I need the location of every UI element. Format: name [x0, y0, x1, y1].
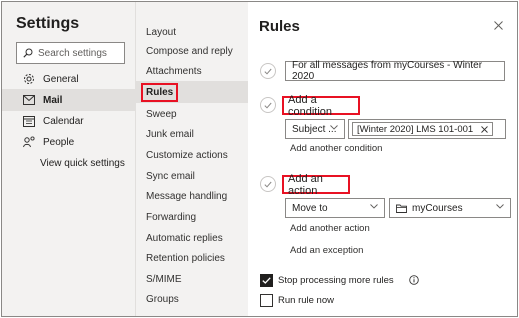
menu-item-sweep[interactable]: Sweep	[136, 103, 248, 125]
remove-chip-icon[interactable]	[481, 125, 489, 133]
mail-icon	[22, 93, 36, 107]
rules-title: Rules	[259, 18, 300, 35]
search-icon	[23, 48, 33, 58]
checkmark-icon	[264, 68, 272, 75]
menu-item-retention-policies[interactable]: Retention policies	[136, 247, 248, 269]
stop-processing-checkbox[interactable]	[260, 274, 273, 287]
nav-label-general: General	[43, 73, 79, 85]
condition-step-check	[260, 97, 276, 113]
nav-label-people: People	[43, 136, 75, 148]
rule-name-step-check	[260, 63, 276, 79]
condition-field-select[interactable]: Subject ...	[285, 119, 345, 139]
run-rule-now-label: Run rule now	[278, 295, 334, 306]
nav-item-mail[interactable]: Mail	[2, 89, 135, 111]
checkmark-icon	[264, 102, 272, 109]
chevron-down-icon	[370, 204, 378, 209]
menu-item-forwarding[interactable]: Forwarding	[136, 206, 248, 228]
action-type-label: Move to	[292, 202, 328, 214]
condition-value-input[interactable]: [Winter 2020] LMS 101-001	[348, 119, 506, 139]
chevron-down-icon	[330, 125, 338, 130]
nav-item-calendar[interactable]: Calendar	[2, 110, 135, 132]
add-another-condition-link[interactable]: Add another condition	[290, 143, 382, 154]
menu-item-compose-and-reply[interactable]: Compose and reply	[136, 40, 248, 62]
info-icon[interactable]	[409, 275, 419, 285]
chevron-down-icon	[496, 204, 504, 209]
run-rule-now-checkbox[interactable]	[260, 294, 273, 307]
menu-item-customize-actions[interactable]: Customize actions	[136, 144, 248, 166]
close-button[interactable]	[491, 18, 505, 32]
settings-dialog: Settings General Mail Calendar	[1, 1, 518, 317]
settings-title: Settings	[16, 15, 80, 32]
nav-label-mail: Mail	[43, 94, 63, 106]
view-quick-settings-link[interactable]: View quick settings	[40, 158, 125, 169]
add-exception-link[interactable]: Add an exception	[290, 245, 363, 256]
condition-value-text: [Winter 2020] LMS 101-001	[357, 123, 474, 135]
menu-item-groups[interactable]: Groups	[136, 288, 248, 310]
menu-item-smime[interactable]: S/MIME	[136, 268, 248, 290]
search-box[interactable]	[16, 42, 125, 64]
menu-item-rules[interactable]: Rules	[136, 81, 248, 103]
settings-left-pane: Settings General Mail Calendar	[2, 2, 135, 316]
stop-processing-label: Stop processing more rules	[278, 275, 394, 286]
add-action-heading: Add an action	[282, 173, 350, 197]
nav-item-people[interactable]: People	[2, 131, 135, 153]
calendar-icon	[22, 114, 36, 128]
search-input[interactable]	[38, 47, 118, 59]
checkmark-icon	[262, 277, 271, 284]
condition-value-chip: [Winter 2020] LMS 101-001	[352, 122, 494, 136]
checkmark-icon	[264, 181, 272, 188]
menu-item-junk-email[interactable]: Junk email	[136, 123, 248, 145]
add-another-action-link[interactable]: Add another action	[290, 223, 370, 234]
rules-menu-label: Rules	[141, 82, 179, 102]
add-condition-heading: Add a condition	[282, 94, 360, 118]
menu-item-attachments[interactable]: Attachments	[136, 60, 248, 82]
menu-item-message-handling[interactable]: Message handling	[136, 185, 248, 207]
action-folder-label: myCourses	[412, 202, 463, 214]
mail-settings-menu: Layout Compose and reply Attachments Rul…	[135, 2, 248, 316]
action-type-select[interactable]: Move to	[285, 198, 385, 218]
action-step-check	[260, 176, 276, 192]
nav-label-calendar: Calendar	[43, 115, 84, 127]
folder-icon	[396, 204, 407, 213]
rules-panel: Rules For all messages from myCourses - …	[248, 2, 517, 316]
close-icon	[493, 20, 503, 30]
nav-item-general[interactable]: General	[2, 68, 135, 90]
people-icon	[22, 135, 36, 149]
action-folder-select[interactable]: myCourses	[389, 198, 511, 218]
menu-item-sync-email[interactable]: Sync email	[136, 165, 248, 187]
rule-name-input[interactable]: For all messages from myCourses - Winter…	[285, 60, 505, 82]
menu-item-automatic-replies[interactable]: Automatic replies	[136, 227, 248, 249]
gear-icon	[22, 72, 36, 86]
